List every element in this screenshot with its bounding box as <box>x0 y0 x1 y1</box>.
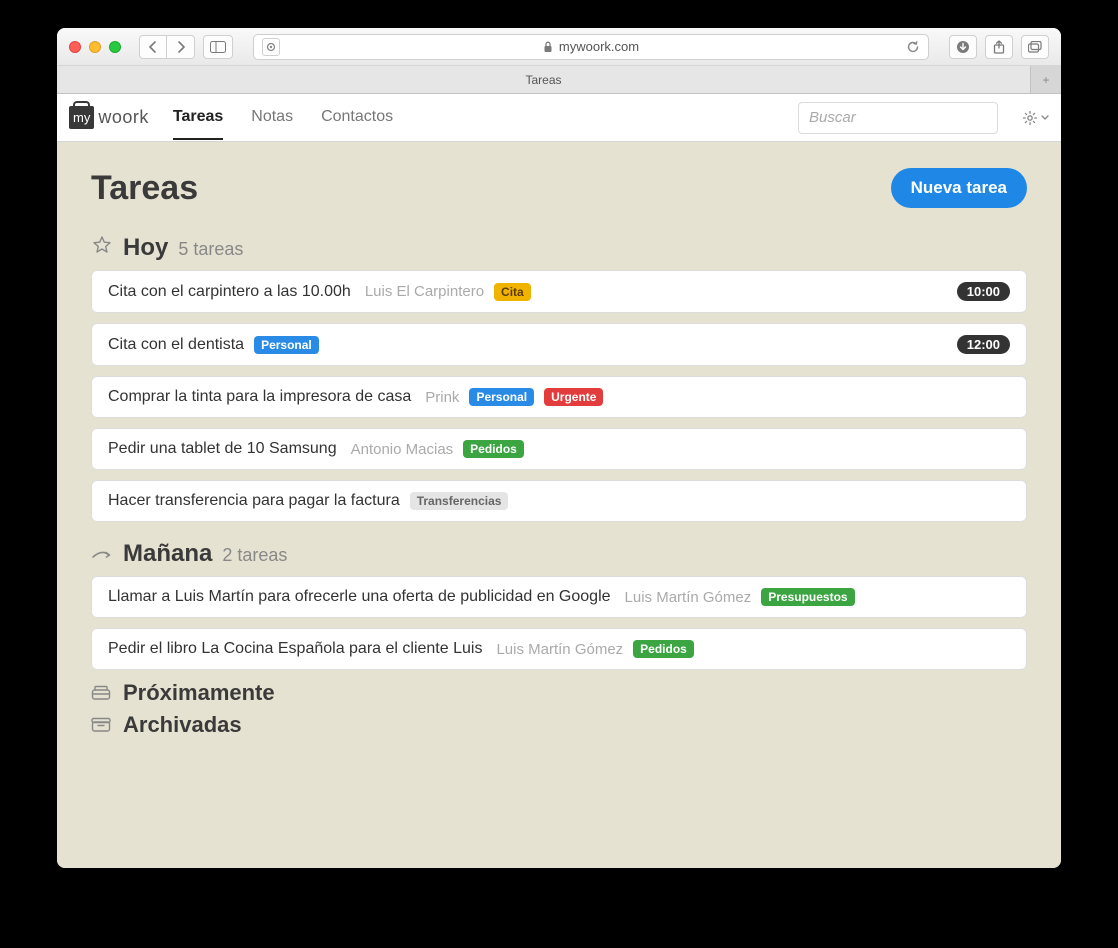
section-title: Próximamente <box>123 680 275 706</box>
lock-icon <box>543 41 553 53</box>
titlebar-right <box>949 35 1049 59</box>
task-meta: Luis El Carpintero <box>365 283 484 300</box>
section-header-manana[interactable]: Mañana 2 tareas <box>91 540 1027 568</box>
badge-personal: Personal <box>254 336 319 354</box>
task-meta: Prink <box>425 389 459 406</box>
minimize-window-icon[interactable] <box>89 41 101 53</box>
task-card[interactable]: Cita con el carpintero a las 10.00h Luis … <box>91 270 1027 313</box>
section-title: Hoy <box>123 234 168 262</box>
page-header: Tareas Nueva tarea <box>91 168 1027 208</box>
task-meta: Luis Martín Gómez <box>625 589 752 606</box>
app-topnav: my woork Tareas Notas Contactos <box>57 94 1061 142</box>
task-card[interactable]: Llamar a Luis Martín para ofrecerle una … <box>91 576 1027 618</box>
browser-tab[interactable]: Tareas <box>57 66 1031 93</box>
page-body: Tareas Nueva tarea Hoy 5 tareas Cita con… <box>57 142 1061 778</box>
section-count: 2 tareas <box>222 545 287 566</box>
address-bar[interactable]: mywoork.com <box>253 34 929 60</box>
browser-window: mywoork.com Tareas + my wo <box>57 28 1061 868</box>
task-list-hoy: Cita con el carpintero a las 10.00h Luis … <box>91 270 1027 522</box>
nav-links: Tareas Notas Contactos <box>173 96 393 140</box>
section-title: Mañana <box>123 540 212 568</box>
section-header-archivadas[interactable]: Archivadas <box>91 712 1027 738</box>
task-time: 10:00 <box>957 282 1010 301</box>
sidebar-toggle-button[interactable] <box>203 35 233 59</box>
badge-pedidos: Pedidos <box>463 440 524 458</box>
logo-my: my <box>69 106 94 129</box>
task-title: Pedir una tablet de 10 Samsung <box>108 440 337 458</box>
app-viewport: my woork Tareas Notas Contactos Tar <box>57 94 1061 868</box>
section-header-hoy[interactable]: Hoy 5 tareas <box>91 234 1027 262</box>
section-title: Archivadas <box>123 712 242 738</box>
task-title: Llamar a Luis Martín para ofrecerle una … <box>108 588 611 606</box>
browser-tab-title: Tareas <box>525 73 561 87</box>
badge-urgente: Urgente <box>544 388 603 406</box>
new-tab-button[interactable]: + <box>1031 66 1061 93</box>
nav-notas[interactable]: Notas <box>251 96 293 140</box>
forward-button[interactable] <box>167 35 195 59</box>
task-time: 12:00 <box>957 335 1010 354</box>
reload-icon[interactable] <box>906 40 920 54</box>
task-card[interactable]: Comprar la tinta para la impresora de ca… <box>91 376 1027 418</box>
browser-tabbar: Tareas + <box>57 66 1061 94</box>
task-card[interactable]: Hacer transferencia para pagar la factur… <box>91 480 1027 522</box>
url-text: mywoork.com <box>559 39 639 54</box>
zoom-window-icon[interactable] <box>109 41 121 53</box>
task-title: Comprar la tinta para la impresora de ca… <box>108 388 411 406</box>
share-button[interactable] <box>985 35 1013 59</box>
close-window-icon[interactable] <box>69 41 81 53</box>
task-title: Pedir el libro La Cocina Española para e… <box>108 640 482 658</box>
inbox-icon <box>91 685 113 701</box>
badge-cita: Cita <box>494 283 531 301</box>
browser-titlebar: mywoork.com <box>57 28 1061 66</box>
task-meta: Luis Martín Gómez <box>496 641 623 658</box>
badge-transferencias: Transferencias <box>410 492 509 510</box>
badge-presupuestos: Presupuestos <box>761 588 854 606</box>
nav-back-forward <box>139 35 195 59</box>
logo-woork: woork <box>98 107 149 128</box>
arrow-forward-icon <box>91 547 113 561</box>
new-task-button[interactable]: Nueva tarea <box>891 168 1027 208</box>
star-icon <box>91 235 113 255</box>
app-logo[interactable]: my woork <box>69 106 149 129</box>
task-card[interactable]: Cita con el dentista Personal 12:00 <box>91 323 1027 366</box>
reader-mode-icon[interactable] <box>262 38 280 56</box>
task-title: Hacer transferencia para pagar la factur… <box>108 492 400 510</box>
task-title: Cita con el carpintero a las 10.00h <box>108 283 351 301</box>
task-title: Cita con el dentista <box>108 336 244 354</box>
badge-personal: Personal <box>469 388 534 406</box>
search-input[interactable] <box>798 102 998 134</box>
task-card[interactable]: Pedir una tablet de 10 Samsung Antonio Ma… <box>91 428 1027 470</box>
nav-tareas[interactable]: Tareas <box>173 96 223 140</box>
task-card[interactable]: Pedir el libro La Cocina Española para e… <box>91 628 1027 670</box>
section-count: 5 tareas <box>178 239 243 260</box>
task-list-manana: Llamar a Luis Martín para ofrecerle una … <box>91 576 1027 670</box>
page-title: Tareas <box>91 169 198 208</box>
downloads-button[interactable] <box>949 35 977 59</box>
gear-icon <box>1022 110 1038 126</box>
archive-icon <box>91 717 113 733</box>
task-meta: Antonio Macias <box>351 441 454 458</box>
settings-menu[interactable] <box>1022 110 1049 126</box>
chevron-down-icon <box>1041 115 1049 121</box>
section-header-proximamente[interactable]: Próximamente <box>91 680 1027 706</box>
nav-contactos[interactable]: Contactos <box>321 96 393 140</box>
tabs-button[interactable] <box>1021 35 1049 59</box>
badge-pedidos: Pedidos <box>633 640 694 658</box>
window-controls <box>69 41 121 53</box>
back-button[interactable] <box>139 35 167 59</box>
